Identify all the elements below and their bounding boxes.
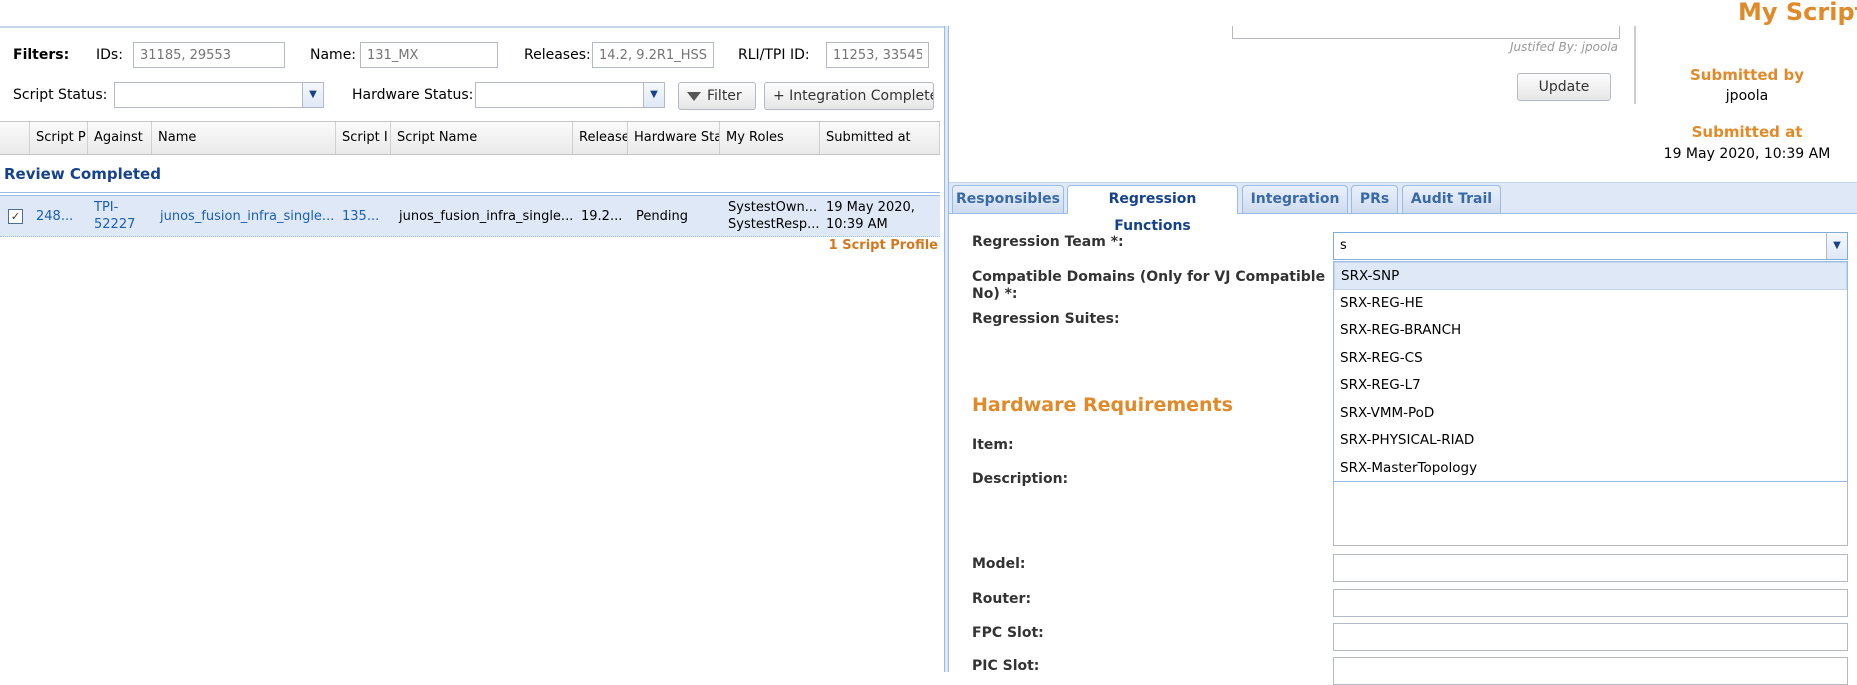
tab-regression-functions[interactable]: Regression Functions (1067, 185, 1238, 234)
regression-team-label: Regression Team *: (972, 234, 1124, 250)
filter-button[interactable]: Filter (678, 82, 756, 110)
script-p-link[interactable]: 248... (30, 196, 88, 236)
against-link[interactable]: TPI- 52227 (88, 196, 152, 236)
script-name-cell: junos_fusion_infra_single... (399, 208, 573, 224)
hardware-status-select[interactable]: ▼ (475, 82, 665, 108)
releases-input[interactable] (592, 42, 714, 68)
tab-integration[interactable]: Integration (1242, 185, 1348, 213)
column-header-my-roles[interactable]: My Roles (720, 122, 820, 154)
submitted-line-2: 10:39 AM (826, 217, 888, 232)
submitted-line-1: 19 May 2020, (826, 200, 915, 215)
script-status-select[interactable]: ▼ (114, 82, 324, 108)
name-label: Name: (310, 47, 357, 63)
item-label: Item: (972, 437, 1014, 453)
row-checkbox-cell[interactable]: ✓ (0, 196, 30, 236)
role-line-2: SystestResp... (728, 217, 820, 232)
ids-input[interactable] (133, 42, 285, 68)
tab-bar: Responsibles Regression Functions Integr… (949, 182, 1857, 234)
column-header-script-id[interactable]: Script I (336, 122, 391, 154)
tab-responsibles[interactable]: Responsibles (952, 185, 1064, 213)
page-title: My Script (1738, 0, 1857, 26)
submitted-by-label: Submitted by (1690, 66, 1804, 84)
description-label: Description: (972, 471, 1069, 487)
regression-team-input-value[interactable]: s (1340, 238, 1347, 253)
column-header-script-name[interactable]: Script Name (391, 122, 573, 154)
hardware-status-label: Hardware Status: (352, 87, 474, 103)
column-header-name[interactable]: Name (152, 122, 336, 154)
dropdown-option[interactable]: SRX-REG-L7 (1334, 372, 1847, 400)
column-header-release[interactable]: Release (573, 122, 628, 154)
against-line-2[interactable]: 52227 (94, 216, 135, 233)
regression-team-dropdown: SRX-SNP SRX-REG-HE SRX-REG-BRANCH SRX-RE… (1333, 261, 1848, 482)
hardware-requirements-heading: Hardware Requirements (972, 394, 1233, 416)
my-roles-cell: SystestOwn... SystestResp... (720, 196, 820, 236)
dropdown-option[interactable]: SRX-REG-CS (1334, 345, 1847, 373)
integration-completed-label: + Integration Completed (773, 88, 934, 104)
regression-suites-label: Regression Suites: (972, 311, 1120, 327)
role-line-1: SystestOwn... (728, 200, 818, 215)
column-header-select[interactable] (0, 122, 30, 154)
hardware-status-cell: Pending (636, 208, 688, 224)
justification-textarea[interactable] (1232, 26, 1620, 39)
table-row[interactable]: ✓ 248... TPI- 52227 junos_fusion_infra_s… (0, 196, 940, 237)
filter-button-label: Filter (707, 88, 742, 104)
update-button[interactable]: Update (1517, 73, 1611, 101)
submitted-by-value: jpoola (1725, 88, 1769, 104)
against-line-1[interactable]: TPI- (94, 199, 118, 216)
dropdown-option[interactable]: SRX-REG-HE (1334, 290, 1847, 318)
script-profile-count: 1 Script Profile (828, 238, 938, 253)
update-button-label: Update (1538, 79, 1590, 95)
script-status-label: Script Status: (13, 87, 108, 103)
rli-input[interactable] (826, 42, 929, 68)
dropdown-option[interactable]: SRX-PHYSICAL-RIAD (1334, 427, 1847, 455)
filters-title: Filters: (13, 47, 70, 63)
filter-icon (687, 91, 701, 101)
compatible-domains-label-line-1: Compatible Domains (Only for VJ Compatib… (972, 269, 1326, 285)
dropdown-option[interactable]: SRX-SNP (1334, 262, 1847, 290)
releases-label: Releases: (524, 47, 591, 63)
release-cell: 19.2... (581, 208, 623, 224)
name-link[interactable]: junos_fusion_infra_single... (152, 196, 336, 236)
router-label: Router: (972, 591, 1032, 607)
name-input[interactable] (360, 42, 498, 68)
integration-completed-button[interactable]: + Integration Completed (764, 82, 934, 110)
dropdown-option[interactable]: SRX-VMM-PoD (1334, 400, 1847, 428)
submitted-at-label: Submitted at (1691, 123, 1803, 141)
router-input[interactable] (1333, 589, 1848, 617)
submitted-at-value: 19 May 2020, 10:39 AM (1663, 146, 1831, 162)
model-input[interactable] (1333, 554, 1848, 582)
column-header-hardware-status[interactable]: Hardware Sta (628, 122, 720, 154)
pic-slot-input[interactable] (1333, 657, 1848, 685)
ids-label: IDs: (96, 47, 123, 63)
tab-audit-trail[interactable]: Audit Trail (1402, 185, 1501, 213)
fpc-slot-label: FPC Slot: (972, 625, 1044, 641)
tab-prs[interactable]: PRs (1351, 185, 1398, 213)
checkbox[interactable]: ✓ (8, 208, 23, 224)
regression-team-combo[interactable]: s ▼ (1333, 232, 1848, 260)
column-header-against[interactable]: Against (88, 122, 152, 154)
compatible-domains-label-line-2: No) *: (972, 286, 1018, 302)
dropdown-option[interactable]: SRX-MasterTopology (1334, 455, 1847, 483)
rli-label: RLI/TPI ID: (738, 47, 810, 63)
submitted-at-cell: 19 May 2020, 10:39 AM (820, 196, 940, 236)
chevron-down-icon[interactable]: ▼ (643, 83, 664, 107)
grid-header: Script P Against Name Script I Script Na… (0, 121, 940, 155)
fpc-slot-input[interactable] (1333, 623, 1848, 651)
justified-by-text: Justifed By: jpoola (1510, 40, 1618, 54)
group-title[interactable]: Review Completed (4, 165, 161, 183)
chevron-down-icon[interactable]: ▼ (1826, 233, 1847, 259)
column-header-script-p[interactable]: Script P (30, 122, 88, 154)
chevron-down-icon[interactable]: ▼ (302, 83, 323, 107)
column-header-submitted-at[interactable]: Submitted at (820, 122, 940, 154)
script-id-link[interactable]: 135... (336, 196, 391, 236)
dropdown-option[interactable]: SRX-REG-BRANCH (1334, 317, 1847, 345)
model-label: Model: (972, 556, 1026, 572)
